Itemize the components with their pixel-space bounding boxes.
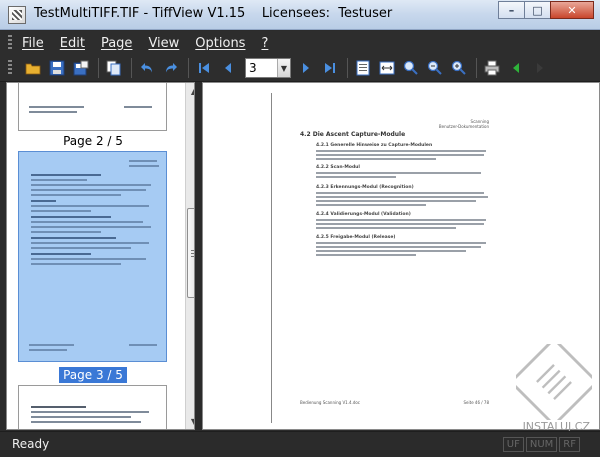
copy-icon[interactable] — [103, 57, 125, 79]
menu-help[interactable]: ? — [261, 36, 268, 51]
doc-section-title: 4.2.4 Validierungs-Modul (Validation) — [316, 212, 411, 217]
toolbar-grip[interactable] — [8, 60, 12, 76]
status-text: Ready — [12, 437, 50, 451]
fit-width-icon[interactable] — [376, 57, 398, 79]
first-page-icon[interactable] — [193, 57, 215, 79]
window-title: TestMultiTIFF.TIF - TiffView V1.15 Licen… — [34, 6, 393, 21]
zoom-fit-icon[interactable] — [448, 57, 470, 79]
scroll-grip-icon — [191, 249, 194, 257]
app-icon[interactable] — [8, 6, 26, 24]
status-panel: NUM — [525, 437, 558, 452]
doc-footer-right: Seite 46 / 78 — [463, 400, 489, 405]
caption-buttons: – □ ✕ — [498, 1, 594, 19]
save-icon[interactable] — [46, 57, 68, 79]
thumbnail-label-selected[interactable]: Page 3 / 5 — [7, 367, 179, 383]
toolbar-separator — [476, 58, 477, 78]
fit-page-icon[interactable] — [352, 57, 374, 79]
chevron-down-icon[interactable]: ▼ — [277, 59, 290, 77]
status-panel: RF — [559, 437, 580, 452]
menu-options[interactable]: Options — [195, 36, 245, 51]
next-page-icon[interactable] — [295, 57, 317, 79]
scroll-up-icon[interactable]: ▲ — [186, 83, 194, 99]
prev-page-icon[interactable] — [217, 57, 239, 79]
last-page-icon[interactable] — [319, 57, 341, 79]
doc-footer-left: Bedienung Scanning V1.4.doc — [300, 400, 361, 405]
toolbar: 3 ▼ — [0, 55, 600, 82]
app-window: TestMultiTIFF.TIF - TiffView V1.15 Licen… — [0, 0, 600, 457]
close-button[interactable]: ✕ — [550, 1, 594, 19]
status-panels: UF NUM RF — [501, 437, 580, 452]
redo-icon[interactable] — [160, 57, 182, 79]
prev-icon[interactable] — [505, 57, 527, 79]
thumbnail-page[interactable] — [18, 385, 167, 429]
doc-section-title: 4.2.1 Generelle Hinweise zu Capture-Modu… — [316, 143, 433, 148]
scroll-down-icon[interactable]: ▼ — [186, 413, 194, 429]
zoom-out-icon[interactable] — [424, 57, 446, 79]
scrollbar-thumb[interactable] — [187, 208, 194, 298]
toolbar-separator — [347, 58, 348, 78]
maximize-button[interactable]: □ — [524, 1, 550, 19]
next-icon[interactable] — [529, 57, 551, 79]
toolbar-separator — [188, 58, 189, 78]
page-number-value[interactable]: 3 — [246, 61, 277, 75]
title-bar[interactable]: TestMultiTIFF.TIF - TiffView V1.15 Licen… — [0, 0, 600, 30]
thumbnail-label-text: Page 2 / 5 — [63, 134, 123, 148]
menu-page[interactable]: Page — [101, 36, 132, 51]
save-as-icon[interactable] — [70, 57, 92, 79]
open-folder-icon[interactable] — [22, 57, 44, 79]
document-page: Scanning Benutzer-Dokumentation 4.2 Die … — [271, 93, 493, 423]
doc-heading: 4.2 Die Ascent Capture-Module — [300, 131, 406, 138]
toolbar-separator — [98, 58, 99, 78]
minimize-button[interactable]: – — [498, 1, 524, 19]
status-panel: UF — [502, 437, 524, 452]
menu-grip[interactable] — [8, 35, 12, 51]
undo-icon[interactable] — [136, 57, 158, 79]
thumbnail-page[interactable] — [18, 83, 167, 131]
watermark-logo-icon — [516, 344, 592, 420]
menu-edit[interactable]: Edit — [60, 36, 85, 51]
doc-section-title: 4.2.5 Freigabe-Modul (Release) — [316, 235, 396, 240]
page-number-select[interactable]: 3 ▼ — [245, 58, 291, 78]
toolbar-separator — [131, 58, 132, 78]
thumbnail-label[interactable]: Page 2 / 5 — [7, 134, 179, 148]
print-icon[interactable] — [481, 57, 503, 79]
thumbnail-scrollbar[interactable]: ▲ ▼ — [185, 83, 194, 429]
zoom-in-icon[interactable] — [400, 57, 422, 79]
doc-section-title: 4.2.3 Erkennungs-Modul (Recognition) — [316, 185, 414, 190]
menu-view[interactable]: View — [148, 36, 179, 51]
menu-bar: File Edit Page View Options ? — [0, 31, 600, 55]
thumbnail-pane[interactable]: Page 2 / 5 Page 3 / 5 — [6, 82, 195, 430]
doc-section-title: 4.2.2 Scan-Modul — [316, 165, 360, 170]
thumbnail-page-selected[interactable] — [18, 151, 167, 362]
menu-file[interactable]: File — [22, 36, 44, 51]
doc-header-right-sub: Benutzer-Dokumentation — [438, 124, 489, 129]
status-bar: Ready UF NUM RF — [0, 431, 600, 457]
thumbnail-label-text: Page 3 / 5 — [59, 367, 127, 383]
